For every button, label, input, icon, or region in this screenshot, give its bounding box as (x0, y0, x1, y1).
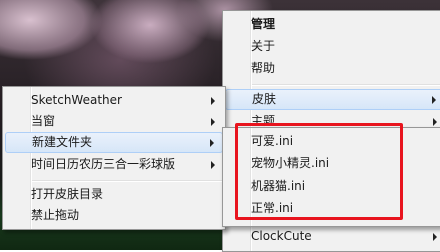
menu-item-label: 当窗 (31, 114, 56, 128)
menu-item-label: 帮助 (251, 61, 276, 75)
menu-item-label: 关于 (251, 39, 276, 53)
menu-item-ini-cute[interactable]: 可爱.ini (225, 131, 439, 152)
menu-item-label: ClockCute (251, 229, 312, 243)
menu-item-label: 时间日历农历三合一彩球版 (31, 157, 176, 171)
menu-item-about[interactable]: 关于 (225, 36, 440, 57)
menu-item-sketchweather[interactable]: SketchWeather (5, 90, 223, 111)
menu-item-open-skin-dir[interactable]: 打开皮肤目录 (5, 184, 223, 205)
menu-item-help[interactable]: 帮助 (225, 58, 440, 79)
menu-separator (252, 84, 440, 86)
menu-item-ini-pokemon[interactable]: 宠物小精灵.ini (225, 153, 439, 174)
menu-item-label: 机器猫.ini (251, 179, 306, 193)
menu-item-label: 宠物小精灵.ini (251, 156, 330, 170)
submenu-arrow-icon (211, 117, 215, 126)
menu-item-label: 皮肤 (252, 92, 277, 106)
menu-item-calendar-combo[interactable]: 时间日历农历三合一彩球版 (5, 154, 223, 175)
menu-item-label: 禁止拖动 (31, 208, 80, 222)
skin-submenu: SketchWeather 当窗 新建文件夹 时间日历农历三合一彩球版 打开皮肤… (2, 86, 226, 230)
menu-item-label: 打开皮肤目录 (31, 187, 104, 201)
menu-item-disable-drag[interactable]: 禁止拖动 (5, 205, 223, 226)
menu-item-label: 主题 (251, 114, 276, 128)
menu-item-ini-doraemon[interactable]: 机器猫.ini (225, 176, 439, 197)
menu-item-new-folder[interactable]: 新建文件夹 (5, 132, 223, 153)
menu-item-label: SketchWeather (31, 93, 122, 107)
menu-item-manage[interactable]: 管理 (225, 14, 440, 35)
menu-item-ini-normal[interactable]: 正常.ini (225, 198, 439, 219)
menu-item-label: 正常.ini (251, 201, 294, 215)
submenu-arrow-icon (432, 95, 436, 104)
submenu-arrow-icon (211, 160, 215, 169)
menu-item-skin[interactable]: 皮肤 (225, 89, 440, 110)
menu-item-label: 管理 (251, 17, 276, 31)
menu-item-label: 可爱.ini (251, 134, 294, 148)
menu-item-clockcute[interactable]: ClockCute (225, 226, 440, 247)
submenu-arrow-icon (433, 232, 437, 241)
ini-file-submenu: 可爱.ini 宠物小精灵.ini 机器猫.ini 正常.ini (222, 127, 440, 227)
menu-item-dangchuang[interactable]: 当窗 (5, 111, 223, 132)
menu-item-label: 新建文件夹 (32, 135, 93, 149)
submenu-arrow-icon (210, 138, 214, 147)
menu-separator (32, 180, 223, 182)
submenu-arrow-icon (433, 117, 437, 126)
submenu-arrow-icon (211, 96, 215, 105)
